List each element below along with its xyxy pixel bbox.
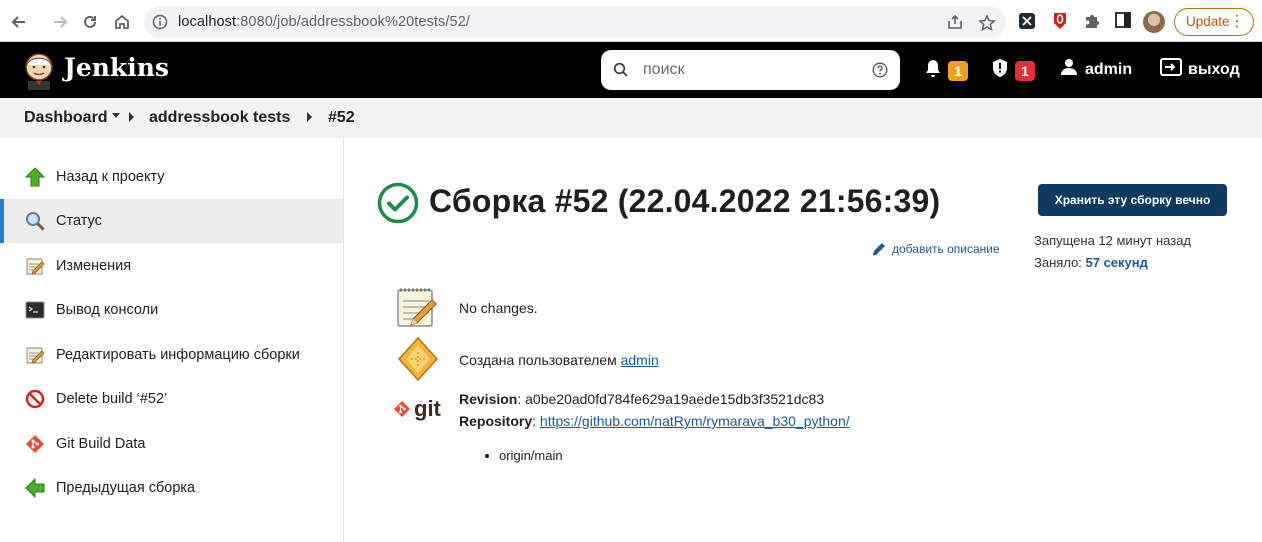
- terminal-icon: [24, 299, 46, 321]
- repository-label: Repository: [459, 413, 533, 429]
- sidebar-item-label: Изменения: [56, 258, 132, 274]
- extensions-puzzle-icon[interactable]: [1083, 12, 1101, 35]
- share-icon[interactable]: [946, 14, 964, 35]
- side-panel-icon[interactable]: [1115, 12, 1131, 33]
- update-browser-button[interactable]: Update ⋮: [1174, 8, 1254, 36]
- update-label: Update: [1186, 14, 1230, 29]
- notepad-icon: [24, 344, 46, 366]
- sidebar-item-delete-build[interactable]: Delete build ‘#52’: [0, 377, 343, 421]
- page-title: Сборка #52 (22.04.2022 21:56:39): [429, 183, 941, 219]
- revision-label: Revision: [459, 391, 518, 407]
- sidebar-item-status[interactable]: Статус: [0, 199, 343, 243]
- created-by-user-link[interactable]: admin: [621, 352, 659, 368]
- up-arrow-icon: [24, 166, 46, 188]
- notepad-icon: [395, 285, 439, 334]
- address-bar[interactable]: localhost:8080/job/addressbook%20tests/5…: [144, 6, 1006, 38]
- more-menu-icon[interactable]: ⋮: [1229, 9, 1245, 35]
- reload-icon[interactable]: [77, 9, 103, 35]
- repository-link[interactable]: https://github.com/natRym/rymarava_b30_p…: [540, 413, 850, 429]
- notifications-badge: 1: [948, 60, 968, 81]
- left-arrow-icon: [24, 477, 46, 499]
- list-bullet: [485, 454, 489, 458]
- opera-adblock-icon[interactable]: [1052, 11, 1068, 36]
- changes-summary: No changes.: [459, 300, 538, 316]
- breadcrumb-dashboard[interactable]: Dashboard: [24, 109, 120, 127]
- pencil-icon: [872, 243, 885, 256]
- security-button[interactable]: 1: [991, 58, 1035, 83]
- logout-button[interactable]: выход: [1160, 58, 1240, 81]
- sidebar-item-label: Delete build ‘#52’: [56, 391, 168, 407]
- user-icon: [1060, 58, 1078, 81]
- bookmark-star-icon[interactable]: [978, 14, 996, 37]
- sidebar-item-label: Редактировать информацию сборки: [56, 347, 300, 363]
- revision-line: Revision: a0be20ad0fd784fe629a19aede15db…: [459, 391, 825, 407]
- success-check-icon: [377, 182, 419, 224]
- no-entry-icon: [24, 388, 46, 410]
- branch-item: origin/main: [499, 448, 563, 463]
- logout-label: выход: [1188, 60, 1240, 78]
- notepad-icon: [24, 255, 46, 277]
- add-description-label: добавить описание: [892, 242, 1000, 256]
- search-box: [601, 50, 900, 90]
- revision-hash: a0be20ad0fd784fe629a19aede15db3f3521dc83: [525, 391, 825, 407]
- sidebar-item-label: Git Build Data: [56, 436, 146, 452]
- breadcrumb: Dashboard addressbook tests #52: [0, 98, 1262, 138]
- url-path: :8080/job/addressbook%20tests/52/: [236, 14, 470, 30]
- add-description-link[interactable]: добавить описание: [871, 241, 1000, 257]
- url-text: localhost:8080/job/addressbook%20tests/5…: [178, 14, 470, 30]
- breadcrumb-build[interactable]: #52: [328, 109, 355, 127]
- user-menu[interactable]: admin: [1060, 58, 1132, 81]
- logout-icon: [1160, 58, 1182, 81]
- jenkins-brand[interactable]: Jenkins: [64, 53, 169, 82]
- keep-build-forever-button[interactable]: Хранить эту сборку вечно: [1038, 184, 1227, 216]
- search-icon: [613, 62, 629, 83]
- git-wordmark: git: [414, 396, 441, 421]
- breadcrumb-separator-icon: [307, 112, 312, 122]
- url-host: localhost: [178, 14, 237, 30]
- user-build-cause-icon: [396, 336, 440, 387]
- breadcrumb-job[interactable]: addressbook tests: [149, 109, 290, 127]
- back-icon[interactable]: [6, 9, 32, 35]
- git-icon: [24, 433, 46, 455]
- sidebar-item-previous-build[interactable]: Предыдущая сборка: [0, 466, 343, 510]
- repository-line: Repository: https://github.com/natRym/ry…: [459, 413, 850, 429]
- magnifier-icon: [24, 210, 46, 232]
- notifications-button[interactable]: 1: [924, 58, 968, 83]
- help-icon[interactable]: [872, 62, 888, 83]
- security-badge: 1: [1015, 60, 1035, 81]
- breadcrumb-separator-icon: [129, 112, 134, 122]
- bell-icon: [924, 58, 942, 83]
- created-by-label: Создана пользователем: [459, 352, 617, 368]
- sidebar-item-label: Статус: [56, 213, 102, 229]
- sidebar-item-back-to-project[interactable]: Назад к проекту: [0, 155, 343, 199]
- sidebar-item-git-build-data[interactable]: Git Build Data: [0, 422, 343, 466]
- forward-icon[interactable]: [47, 9, 73, 35]
- browser-toolbar: localhost:8080/job/addressbook%20tests/5…: [0, 0, 1262, 42]
- sidebar-item-edit-build-info[interactable]: Редактировать информацию сборки: [0, 333, 343, 377]
- chevron-down-icon[interactable]: [111, 113, 120, 119]
- jenkins-header: Jenkins 1 1 admin выход: [0, 42, 1262, 98]
- shield-icon: [991, 58, 1009, 83]
- sidebar-item-label: Вывод консоли: [56, 302, 159, 318]
- started-time: Запущена 12 минут назад: [1034, 233, 1191, 248]
- sidebar-item-console-output[interactable]: Вывод консоли: [0, 288, 343, 332]
- jenkins-logo-icon[interactable]: [22, 52, 56, 90]
- duration-link[interactable]: 57 секунд: [1086, 255, 1148, 270]
- home-icon[interactable]: [109, 9, 135, 35]
- breadcrumb-dashboard-label: Dashboard: [24, 109, 108, 126]
- build-duration: Заняло: 57 секунд: [1034, 255, 1148, 270]
- search-input[interactable]: [643, 59, 863, 81]
- sidebar-item-label: Предыдущая сборка: [56, 480, 196, 496]
- extension-x-icon[interactable]: [1019, 13, 1035, 34]
- username: admin: [1085, 60, 1133, 78]
- created-by: Создана пользователем admin: [459, 352, 659, 368]
- duration-label: Заняло:: [1034, 255, 1082, 270]
- sidebar-item-label: Назад к проекту: [56, 169, 165, 185]
- side-panel: Назад к проекту Статус Изменения Вывод к…: [0, 138, 344, 542]
- site-info-icon[interactable]: [152, 14, 168, 35]
- profile-avatar[interactable]: [1143, 11, 1165, 33]
- sidebar-item-changes[interactable]: Изменения: [0, 244, 343, 288]
